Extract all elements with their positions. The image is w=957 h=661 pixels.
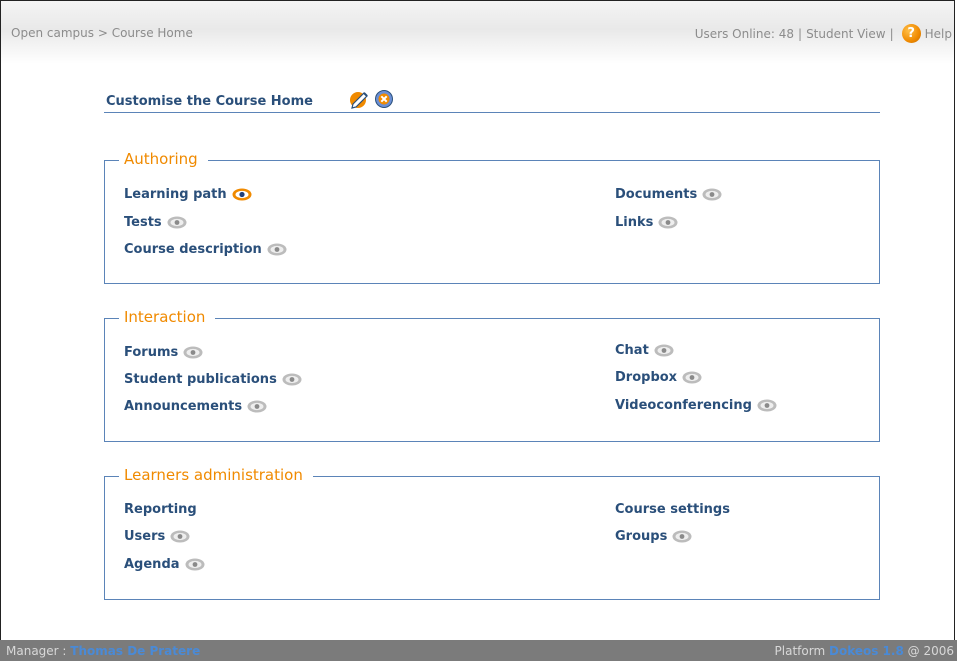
visible-eye-icon[interactable] — [232, 188, 252, 201]
breadcrumb-home-link[interactable]: Open campus — [11, 26, 94, 40]
tool-label: Dropbox — [615, 370, 678, 385]
tool-label: Course description — [124, 242, 262, 257]
tool-label: Videoconferencing — [615, 398, 752, 413]
hidden-eye-icon[interactable] — [702, 188, 722, 201]
tool-label: Announcements — [124, 399, 243, 414]
customise-course-home-bar: Customise the Course Home — [104, 86, 880, 113]
tool-label: Agenda — [124, 557, 180, 572]
section-title-interaction: Interaction — [111, 308, 216, 326]
tool-label: Links — [615, 215, 654, 230]
hidden-eye-icon[interactable] — [247, 400, 267, 413]
hidden-eye-icon[interactable] — [672, 530, 692, 543]
tool-tests[interactable]: Tests — [124, 215, 187, 230]
tool-forums[interactable]: Forums — [124, 345, 203, 360]
hidden-eye-icon[interactable] — [167, 216, 187, 229]
tool-learning-path[interactable]: Learning path — [124, 187, 252, 202]
hidden-eye-icon[interactable] — [757, 399, 777, 412]
footer-manager: Manager : Thomas De Pratere — [6, 644, 200, 658]
tool-label: Learning path — [124, 187, 227, 202]
header-separator: | — [798, 26, 803, 41]
tool-course-settings[interactable]: Course settings — [615, 502, 730, 517]
section-interaction: Interaction Forums Student publications … — [104, 308, 880, 442]
tool-label: Chat — [615, 343, 649, 358]
tool-label: Users — [124, 529, 166, 544]
help-link[interactable]: Help — [925, 27, 952, 41]
hidden-eye-icon[interactable] — [170, 530, 190, 543]
platform-year: @ 2006 — [907, 644, 954, 658]
tool-users[interactable]: Users — [124, 529, 190, 544]
hidden-eye-icon[interactable] — [658, 216, 678, 229]
breadcrumb-current: Course Home — [111, 26, 193, 40]
users-online-count: Users Online: 48 — [694, 26, 795, 41]
hidden-eye-icon[interactable] — [682, 371, 702, 384]
footer-platform: Platform Dokeos 1.8 @ 2006 — [775, 644, 954, 658]
tool-label: Reporting — [124, 502, 197, 517]
tool-announcements[interactable]: Announcements — [124, 399, 267, 414]
tool-agenda[interactable]: Agenda — [124, 557, 205, 572]
header-bar: Open campus > Course Home Users Online: … — [1, 1, 954, 64]
tool-student-publications[interactable]: Student publications — [124, 372, 302, 387]
tool-videoconferencing[interactable]: Videoconferencing — [615, 398, 777, 413]
tool-course-description[interactable]: Course description — [124, 242, 287, 257]
tool-groups[interactable]: Groups — [615, 529, 692, 544]
edit-pencil-icon[interactable] — [348, 89, 370, 109]
header-separator: | — [889, 26, 894, 41]
tool-dropbox[interactable]: Dropbox — [615, 370, 702, 385]
breadcrumb: Open campus > Course Home — [11, 26, 193, 40]
manager-name-link[interactable]: Thomas De Pratere — [70, 644, 200, 658]
tool-label: Documents — [615, 187, 698, 202]
tool-links[interactable]: Links — [615, 215, 678, 230]
footer-bar: Manager : Thomas De Pratere Platform Dok… — [0, 640, 957, 661]
hidden-eye-icon[interactable] — [267, 243, 287, 256]
hidden-eye-icon[interactable] — [183, 346, 203, 359]
section-title-learners-administration: Learners administration — [111, 466, 313, 484]
section-title-authoring: Authoring — [111, 150, 208, 168]
hidden-eye-icon[interactable] — [282, 373, 302, 386]
manager-label: Manager : — [6, 644, 67, 658]
tool-reporting[interactable]: Reporting — [124, 502, 197, 517]
cancel-icon[interactable] — [374, 89, 394, 109]
header-right: Users Online: 48 | Student View | ? Help — [695, 24, 952, 43]
tool-label: Groups — [615, 529, 668, 544]
section-authoring: Authoring Learning path Tests Course des… — [104, 150, 880, 284]
section-learners-administration: Learners administration Reporting Users … — [104, 466, 880, 600]
tool-chat[interactable]: Chat — [615, 343, 674, 358]
student-view-link[interactable]: Student View — [806, 27, 886, 41]
tool-label: Forums — [124, 345, 179, 360]
help-icon[interactable]: ? — [901, 24, 921, 43]
customise-course-home-title: Customise the Course Home — [106, 94, 313, 109]
breadcrumb-separator: > — [97, 26, 108, 40]
platform-label: Platform — [774, 644, 826, 658]
tool-label: Tests — [124, 215, 162, 230]
tool-label: Student publications — [124, 372, 277, 387]
tool-label: Course settings — [615, 502, 730, 517]
platform-name-link[interactable]: Dokeos 1.8 — [829, 644, 904, 658]
tool-documents[interactable]: Documents — [615, 187, 722, 202]
hidden-eye-icon[interactable] — [185, 558, 205, 571]
hidden-eye-icon[interactable] — [654, 344, 674, 357]
